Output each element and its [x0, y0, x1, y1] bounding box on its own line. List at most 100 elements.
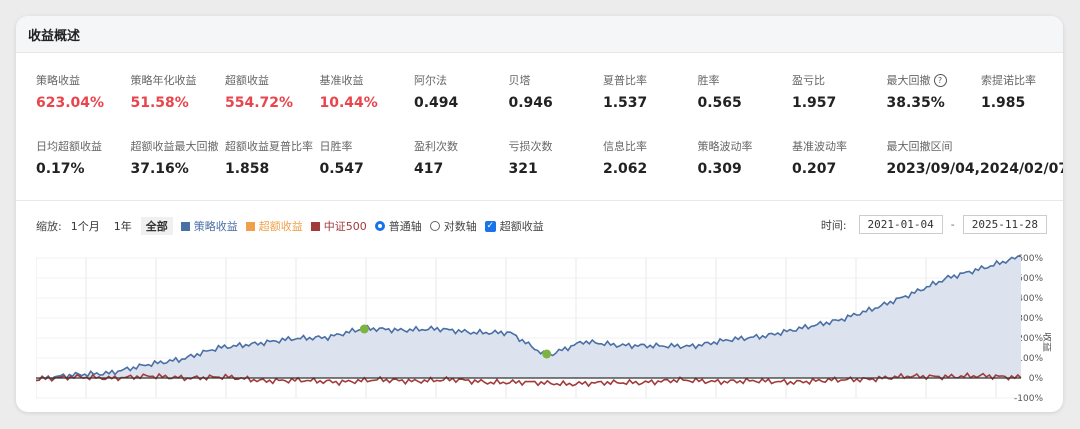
time-label: 时间: — [820, 218, 847, 232]
metric-label: 超额收益夏普比率 — [225, 138, 320, 154]
metric-value: 0.207 — [792, 161, 837, 177]
metric-item: 盈利次数 417 — [414, 138, 509, 177]
metric-item: 贝塔 0.946 — [509, 72, 604, 111]
metric-label-text: 基准收益 — [319, 74, 364, 87]
metric-item: 基准波动率 0.207 — [792, 138, 887, 177]
y-tick-label: 500% — [1017, 274, 1043, 284]
metric-label: 策略收益 — [36, 72, 131, 88]
metric-label: 日胜率 — [320, 138, 415, 154]
metric-label: 策略年化收益 — [131, 72, 226, 88]
metric-label: 盈亏比 — [792, 72, 887, 88]
y-tick-label: -100% — [1014, 394, 1043, 404]
metric-label-text: 信息比率 — [603, 140, 647, 153]
metric-value: 417 — [414, 161, 444, 177]
y-axis-label: 收益 — [1041, 332, 1051, 352]
zoom-1m-button[interactable]: 1个月 — [66, 217, 105, 235]
start-date-input[interactable]: 2021-01-04 — [858, 215, 943, 234]
y-tick-label: 200% — [1017, 334, 1043, 344]
metric-value: 1.537 — [603, 95, 648, 111]
metric-label-text: 亏损次数 — [508, 140, 553, 153]
metric-label: 夏普比率 — [603, 72, 698, 88]
metric-label: 亏损次数 — [509, 138, 604, 154]
metric-value: 1.957 — [792, 95, 837, 111]
metric-item: 策略波动率 0.309 — [698, 138, 793, 177]
metric-label: 信息比率 — [603, 138, 698, 154]
metric-label-text: 超额收益 — [225, 74, 269, 87]
metric-item: 超额收益 554.72% — [225, 72, 320, 111]
metric-label: 最大回撤区间 — [887, 138, 982, 154]
legend-benchmark-label: 中证500 — [323, 220, 367, 233]
metric-label: 阿尔法 — [414, 72, 509, 88]
metric-label-text: 日胜率 — [319, 140, 353, 153]
metric-value: 2.062 — [603, 161, 648, 177]
excess-swatch-icon — [245, 221, 255, 231]
divider — [16, 200, 1063, 201]
metric-label-text: 超额收益最大回撤 — [130, 140, 219, 153]
checkbox-excess[interactable]: ✓ 超额收益 — [484, 218, 544, 234]
metric-value: 0.494 — [414, 95, 459, 111]
metric-label-text: 贝塔 — [508, 74, 531, 87]
legend-strategy[interactable]: 策略收益 — [180, 218, 238, 234]
metric-label: 超额收益 — [225, 72, 320, 88]
metric-item: 基准收益 10.44% — [320, 72, 415, 111]
metric-item: 超额收益最大回撤 37.16% — [131, 138, 226, 177]
metric-value: 10.44% — [319, 95, 378, 111]
y-tick-label: 400% — [1017, 294, 1043, 304]
metric-item: 索提诺比率 1.985 — [981, 72, 1063, 111]
zoom-1y-button[interactable]: 1年 — [109, 217, 137, 235]
checkbox-excess-label: 超额收益 — [499, 220, 544, 233]
drawdown-marker[interactable] — [542, 349, 552, 359]
metric-label: 盈利次数 — [414, 138, 509, 154]
y-tick-label: 0% — [1029, 374, 1044, 384]
metric-label: 基准收益 — [320, 72, 415, 88]
metric-value: 623.04% — [36, 95, 105, 111]
metric-item: 超额收益夏普比率 1.858 — [225, 138, 320, 177]
radio-normal-label: 普通轴 — [388, 220, 422, 233]
metric-label-text: 索提诺比率 — [981, 74, 1036, 87]
zoom-all-button[interactable]: 全部 — [140, 217, 173, 235]
metric-value: 0.946 — [508, 95, 553, 111]
metric-item: 盈亏比 1.957 — [792, 72, 887, 111]
metric-item: 日均超额收益 0.17% — [36, 138, 131, 177]
radio-log-label: 对数轴 — [443, 220, 477, 233]
metric-label-text: 日均超额收益 — [36, 140, 102, 153]
help-icon[interactable]: ? — [933, 73, 947, 87]
chart-toolbar: 缩放: 1个月 1年 全部 策略收益 超额收益 中证500 普通轴 对数轴 ✓ … — [36, 216, 544, 236]
metric-label-text: 策略收益 — [36, 74, 80, 87]
metric-value: 0.309 — [697, 161, 742, 177]
legend-benchmark[interactable]: 中证500 — [310, 218, 367, 234]
metric-label-text: 阿尔法 — [414, 74, 447, 87]
benchmark-swatch-icon — [310, 221, 320, 231]
metric-value: 0.547 — [319, 161, 364, 177]
card-header: 收益概述 — [16, 16, 1063, 53]
returns-chart[interactable]: 600% 500% 400% 300% 200% 100% 0% -100% 收益 — [36, 246, 1051, 406]
end-date-input[interactable]: 2025-11-28 — [962, 215, 1047, 234]
radio-normal-axis[interactable]: 普通轴 — [374, 218, 422, 234]
metric-value: 554.72% — [225, 95, 294, 111]
metric-label: 日均超额收益 — [36, 138, 131, 154]
metric-value: 1.985 — [981, 95, 1026, 111]
y-tick-label: 100% — [1017, 354, 1043, 364]
metric-label: 基准波动率 — [792, 138, 887, 154]
strategy-swatch-icon — [180, 221, 190, 231]
metric-label: 超额收益最大回撤 — [131, 138, 226, 154]
legend-strategy-label: 策略收益 — [193, 220, 238, 233]
metric-value: 37.16% — [130, 161, 189, 177]
metric-value: 0.17% — [36, 161, 85, 177]
legend-excess[interactable]: 超额收益 — [245, 218, 303, 234]
metric-label-text: 基准波动率 — [792, 140, 847, 153]
metric-label-text: 盈利次数 — [414, 140, 458, 153]
checkbox-checked-icon: ✓ — [484, 220, 496, 232]
metric-item: 策略年化收益 51.58% — [131, 72, 226, 111]
metric-item: 最大回撤? 38.35% — [887, 72, 982, 111]
metric-label-text: 盈亏比 — [792, 74, 825, 87]
drawdown-marker[interactable] — [359, 324, 369, 334]
radio-log-axis[interactable]: 对数轴 — [429, 218, 477, 234]
metric-label-text: 策略年化收益 — [130, 74, 197, 87]
metric-item: 策略收益 623.04% — [36, 72, 131, 111]
radio-unchecked-icon — [429, 221, 440, 231]
y-tick-label: 600% — [1017, 254, 1043, 264]
metric-item: 胜率 0.565 — [698, 72, 793, 111]
date-separator: - — [950, 218, 955, 231]
metric-item: 信息比率 2.062 — [603, 138, 698, 177]
